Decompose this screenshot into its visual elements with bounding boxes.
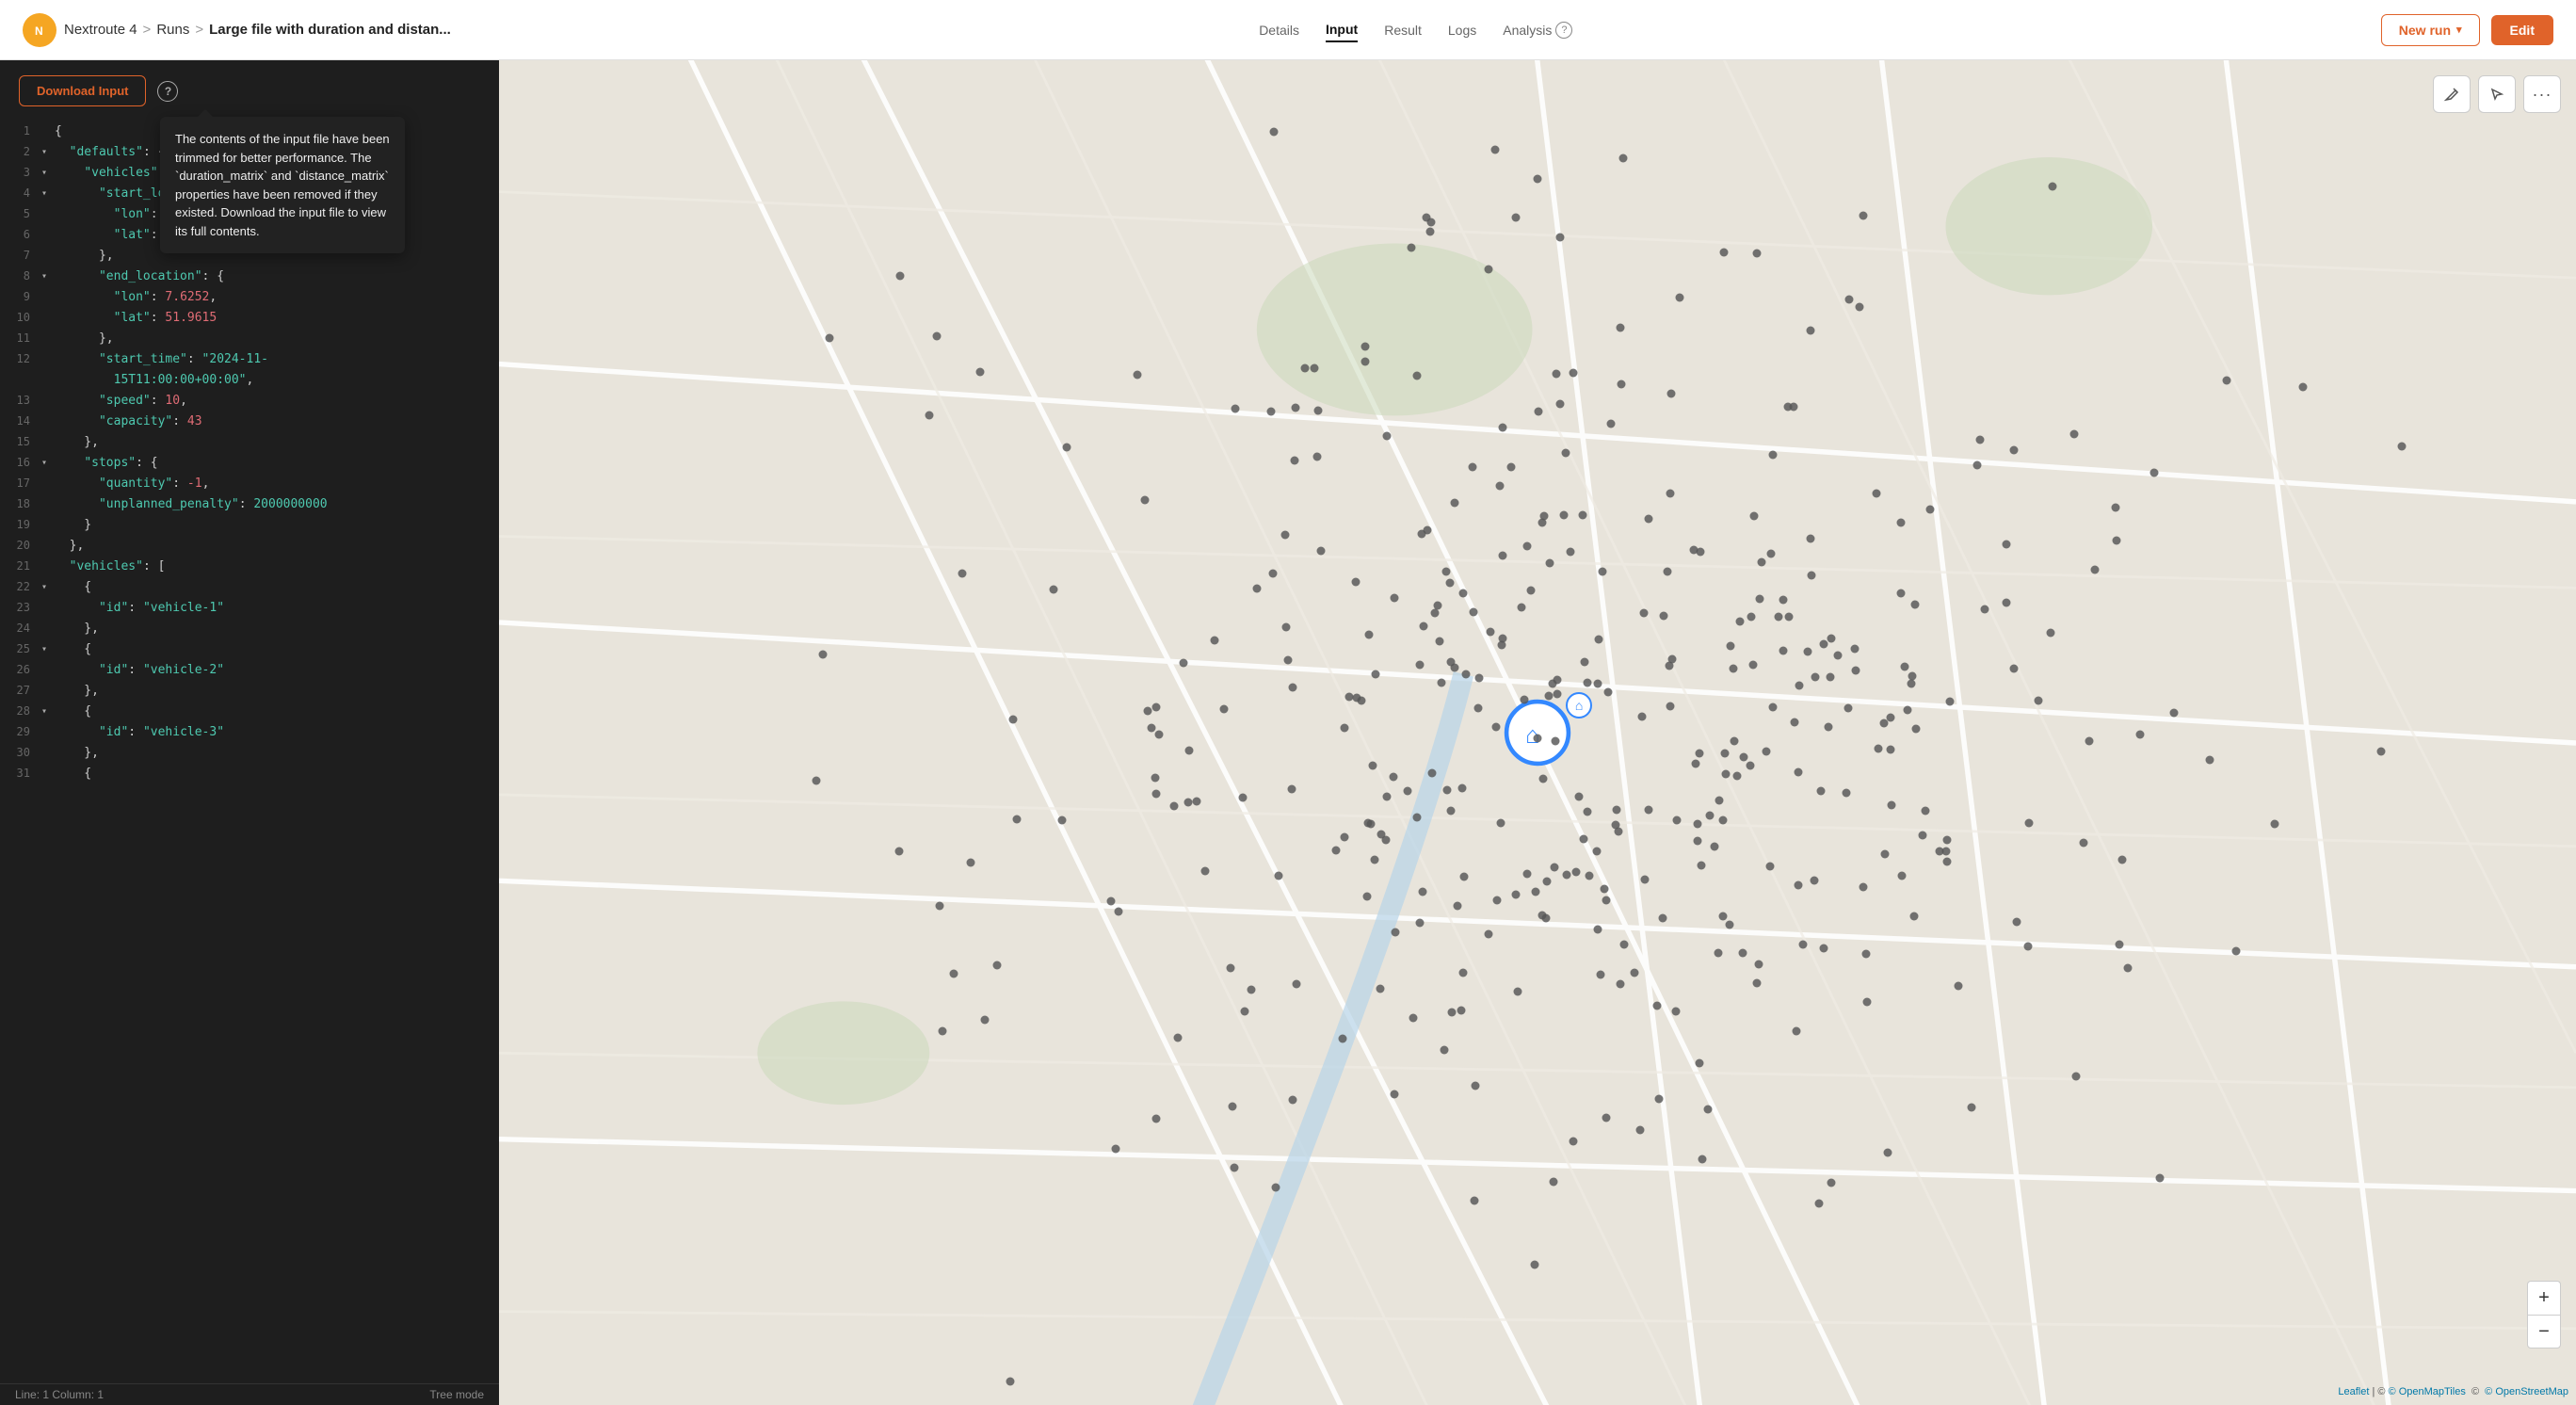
svg-text:⌂: ⌂	[1525, 722, 1539, 749]
code-line: 24 },	[0, 619, 499, 639]
tooltip: The contents of the input file have been…	[160, 117, 405, 253]
status-bar: Line: 1 Column: 1 Tree mode	[0, 1383, 499, 1405]
code-line: 19 }	[0, 515, 499, 536]
cursor-position: Line: 1 Column: 1	[15, 1388, 104, 1401]
openmap-tiles-link[interactable]: © OpenMapTiles	[2389, 1386, 2466, 1397]
header-nav: Details Input Result Logs Analysis ?	[1259, 18, 1572, 42]
osm-link[interactable]: © OpenStreetMap	[2485, 1386, 2568, 1397]
download-input-button[interactable]: Download Input	[19, 75, 146, 106]
code-line: 22 ▾ {	[0, 577, 499, 598]
breadcrumb: Nextroute 4 > Runs > Large file with dur…	[64, 22, 451, 38]
new-run-button[interactable]: New run ▾	[2381, 14, 2480, 46]
code-line: 25 ▾ {	[0, 639, 499, 660]
header: N Nextroute 4 > Runs > Large file with d…	[0, 0, 2576, 60]
map-more-button[interactable]: ···	[2523, 75, 2561, 113]
logo-icon: N	[23, 13, 56, 47]
header-left: N Nextroute 4 > Runs > Large file with d…	[23, 13, 451, 47]
code-line: 21 "vehicles": [	[0, 557, 499, 577]
breadcrumb-current: Large file with duration and distan...	[209, 22, 451, 38]
info-icon[interactable]: ?	[157, 81, 178, 102]
code-line: 17 "quantity": -1,	[0, 474, 499, 494]
code-line: 8 ▾ "end_location": {	[0, 266, 499, 287]
main-layout: Download Input ? The contents of the inp…	[0, 60, 2576, 1405]
code-line: 29 "id": "vehicle-3"	[0, 722, 499, 743]
code-line: 27 },	[0, 681, 499, 702]
leaflet-attribution: Leaflet | © © OpenMapTiles © © OpenStree…	[2338, 1386, 2568, 1397]
code-line: 14 "capacity": 43	[0, 412, 499, 432]
leaflet-link[interactable]: Leaflet	[2338, 1386, 2369, 1397]
map-svg: ⌂	[499, 60, 2576, 1405]
nav-logs[interactable]: Logs	[1448, 19, 1476, 41]
map-zoom-controls: + −	[2527, 1281, 2561, 1348]
nav-details[interactable]: Details	[1259, 19, 1299, 41]
map-attribution: Leaflet | © © OpenMapTiles © © OpenStree…	[2338, 1386, 2568, 1397]
zoom-out-button[interactable]: −	[2527, 1315, 2561, 1348]
map-cursor-button[interactable]	[2478, 75, 2516, 113]
code-line: 15 },	[0, 432, 499, 453]
map-controls-top: ···	[2433, 75, 2561, 113]
edit-button[interactable]: Edit	[2491, 15, 2553, 45]
zoom-in-button[interactable]: +	[2527, 1281, 2561, 1315]
code-line: 15T11:00:00+00:00",	[0, 370, 499, 391]
code-line: 11 },	[0, 329, 499, 349]
nav-input[interactable]: Input	[1326, 18, 1358, 42]
code-line: 23 "id": "vehicle-1"	[0, 598, 499, 619]
breadcrumb-sep1: >	[143, 22, 152, 38]
tooltip-text: The contents of the input file have been…	[175, 132, 390, 238]
chevron-down-icon: ▾	[2456, 24, 2462, 36]
code-line: 20 },	[0, 536, 499, 557]
header-right: New run ▾ Edit	[2381, 14, 2553, 46]
code-line: 26 "id": "vehicle-2"	[0, 660, 499, 681]
code-line: 18 "unplanned_penalty": 2000000000	[0, 494, 499, 515]
left-panel: Download Input ? The contents of the inp…	[0, 60, 499, 1405]
app-title[interactable]: Nextroute 4	[64, 22, 137, 38]
code-line: 31 {	[0, 764, 499, 784]
top-bar: Download Input ? The contents of the inp…	[0, 60, 499, 121]
code-line: 28 ▾ {	[0, 702, 499, 722]
code-editor[interactable]: 1 { 2 ▾ "defaults": { 3 ▾ "vehicles": { …	[0, 121, 499, 1383]
svg-text:N: N	[35, 24, 43, 38]
code-line: 12 "start_time": "2024-11-	[0, 349, 499, 370]
code-line: 16 ▾ "stops": {	[0, 453, 499, 474]
nav-result[interactable]: Result	[1384, 19, 1422, 41]
nav-analysis[interactable]: Analysis	[1503, 19, 1552, 41]
code-line: 30 },	[0, 743, 499, 764]
editor-mode[interactable]: Tree mode	[429, 1388, 484, 1401]
map-area[interactable]: ⌂ ⌂ ··· + −	[499, 60, 2576, 1405]
analysis-info-icon[interactable]: ?	[1555, 22, 1572, 39]
code-line: 9 "lon": 7.6252,	[0, 287, 499, 308]
breadcrumb-sep2: >	[195, 22, 203, 38]
code-line: 13 "speed": 10,	[0, 391, 499, 412]
code-line: 10 "lat": 51.9615	[0, 308, 499, 329]
map-draw-button[interactable]	[2433, 75, 2471, 113]
breadcrumb-runs[interactable]: Runs	[156, 22, 189, 38]
new-run-label: New run	[2399, 23, 2451, 38]
